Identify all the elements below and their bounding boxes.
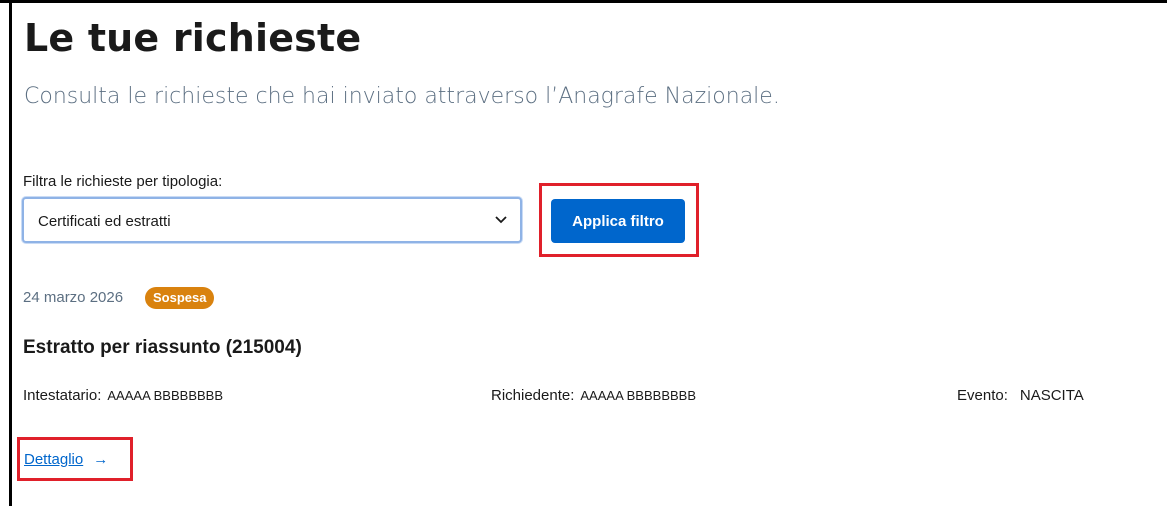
- page-subtitle: Consulta le richieste che hai inviato at…: [24, 84, 780, 109]
- request-date: 24 marzo 2026: [23, 289, 124, 306]
- select-value: Certificati ed estratti: [38, 213, 171, 230]
- status-badge: Sospesa: [145, 287, 215, 309]
- request-title: Estratto per riassunto (215004): [23, 337, 302, 358]
- richiedente-value: AAAAA BBBBBBBB: [580, 388, 697, 403]
- chevron-down-icon: [495, 216, 507, 224]
- page-title: Le tue richieste: [24, 16, 362, 60]
- detail-link[interactable]: Dettaglio →: [24, 451, 108, 468]
- field-evento: Evento: NASCITA: [957, 387, 1084, 405]
- frame-top-border: [0, 0, 1167, 3]
- apply-filter-button[interactable]: Applica filtro: [551, 199, 685, 243]
- frame-left-border: [9, 0, 12, 506]
- arrow-right-icon: →: [93, 451, 109, 468]
- richiedente-label: Richiedente:: [491, 387, 575, 404]
- evento-label: Evento:: [957, 387, 1008, 404]
- field-richiedente: Richiedente: AAAAA BBBBBBBB: [491, 387, 696, 405]
- evento-value: NASCITA: [1019, 387, 1084, 404]
- intestatario-value: AAAAA BBBBBBBB: [107, 388, 224, 403]
- field-intestatario: Intestatario: AAAAA BBBBBBBB: [23, 387, 223, 405]
- detail-link-label: Dettaglio: [24, 451, 84, 468]
- type-filter-select[interactable]: Certificati ed estratti: [22, 197, 522, 243]
- filter-label: Filtra le richieste per tipologia:: [23, 173, 223, 190]
- intestatario-label: Intestatario:: [23, 387, 102, 404]
